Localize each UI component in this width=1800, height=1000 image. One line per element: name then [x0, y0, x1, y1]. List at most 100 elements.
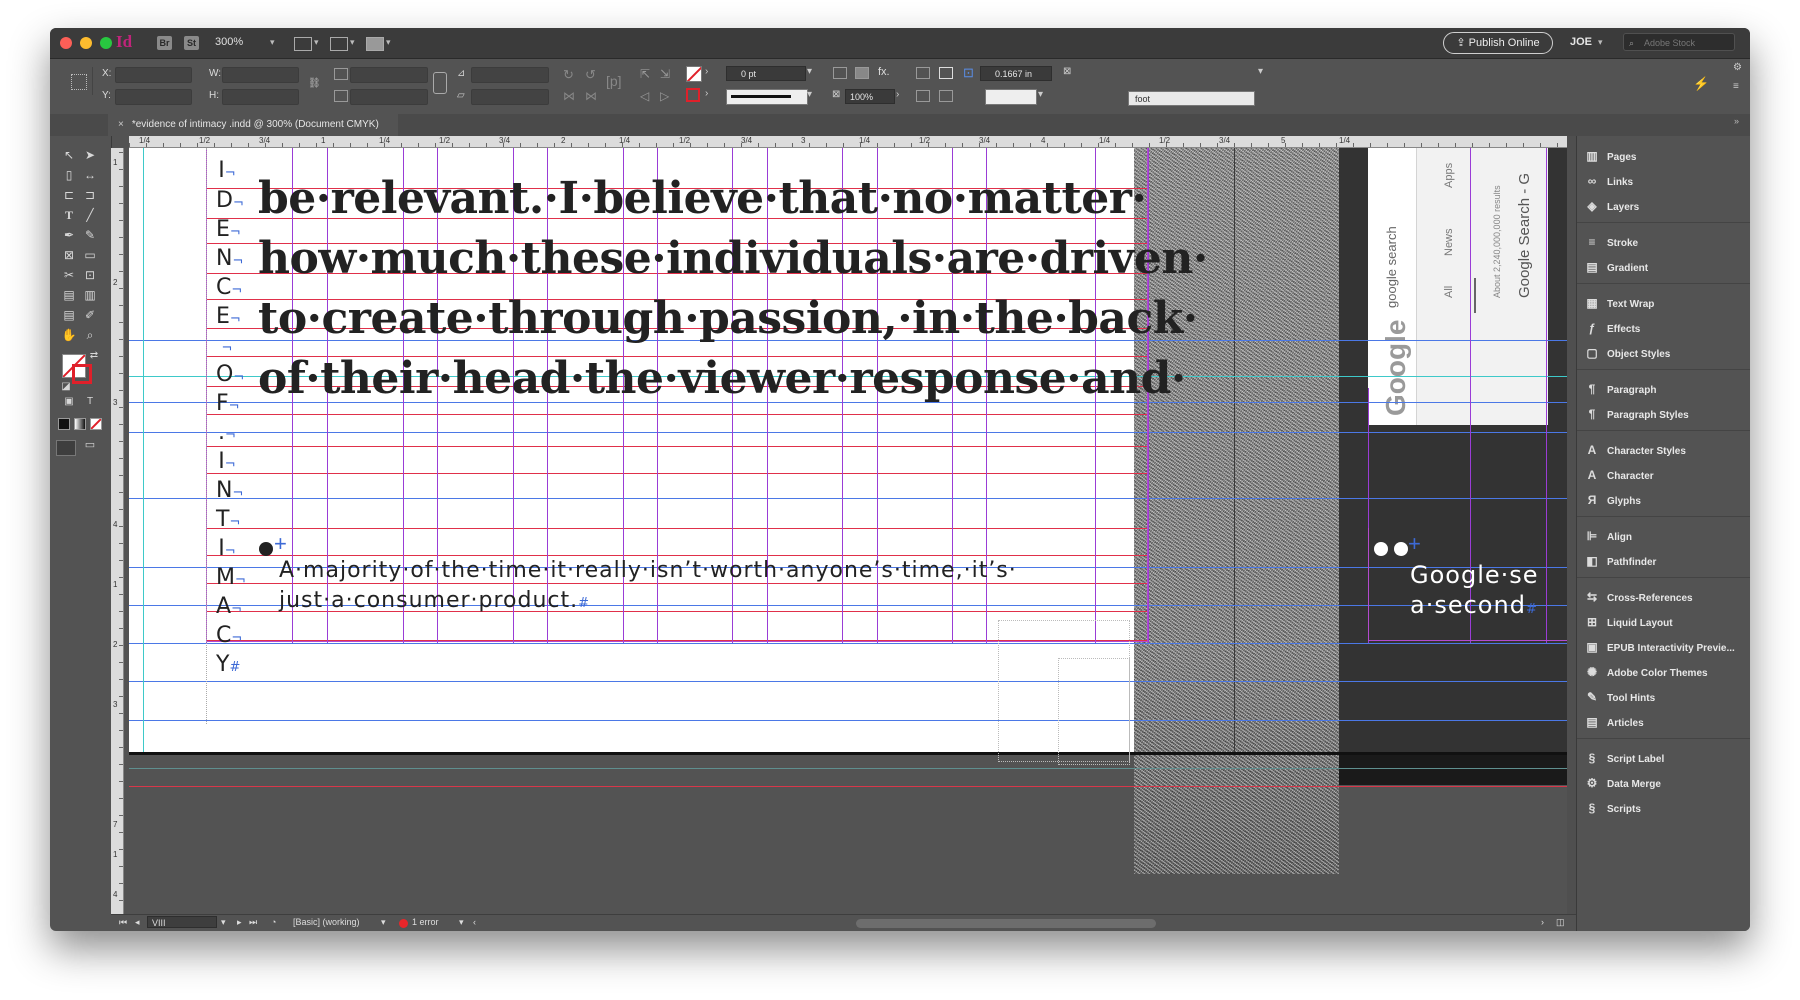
- select-container-icon[interactable]: ⇱: [640, 67, 650, 81]
- user-menu[interactable]: JOE: [1570, 36, 1592, 48]
- panel-liquid-layout[interactable]: ⊞ Liquid Layout: [1585, 612, 1673, 632]
- apply-color-icon[interactable]: [58, 418, 70, 430]
- empty-frame[interactable]: [1058, 658, 1130, 765]
- body-line[interactable]: how·much·these·individuals·are·driven·: [258, 233, 1208, 284]
- panel-character[interactable]: A Character: [1585, 465, 1654, 485]
- size-field[interactable]: 0.1667 in: [980, 66, 1052, 81]
- vertical-ruler[interactable]: 1 2 3 4 1 2 3 7 1 4: [111, 148, 124, 918]
- direct-selection-tool-icon[interactable]: ➤: [82, 148, 98, 162]
- select-content-icon[interactable]: ⇲: [660, 67, 670, 81]
- view-chevron-down-icon[interactable]: ▾: [314, 37, 319, 48]
- panel-pathfinder[interactable]: ◧ Pathfinder: [1585, 551, 1656, 571]
- align-top-icon[interactable]: [916, 90, 930, 102]
- first-page-icon[interactable]: ⏮: [119, 917, 127, 928]
- flip-horizontal-icon[interactable]: ⋈: [563, 89, 575, 103]
- panel-cross-references[interactable]: ⇆ Cross-References: [1585, 587, 1693, 607]
- panel-character-styles[interactable]: A Character Styles: [1585, 440, 1686, 460]
- preview-mode-icon[interactable]: ▭: [82, 438, 98, 451]
- flip-vertical-icon[interactable]: ⋈: [585, 89, 597, 103]
- type-tool-icon[interactable]: T: [61, 208, 77, 223]
- rotate-cw-icon[interactable]: ↻: [563, 67, 574, 83]
- gap-tool-icon[interactable]: ↔: [82, 168, 98, 182]
- publish-online-button[interactable]: ⇪ Publish Online: [1443, 32, 1553, 54]
- page-tool-icon[interactable]: ▯: [61, 168, 77, 182]
- panel-epub-interactivity[interactable]: ▣ EPUB Interactivity Previe...: [1585, 637, 1735, 657]
- fill-swatch[interactable]: [686, 66, 702, 82]
- formatting-text-icon[interactable]: T: [82, 396, 98, 407]
- panel-gradient[interactable]: ▤ Gradient: [1585, 257, 1648, 277]
- arrange-chevron-down-icon[interactable]: ▾: [386, 37, 391, 48]
- gradient-swatch-tool-icon[interactable]: ▤: [61, 288, 77, 302]
- opacity-chevron-right-icon[interactable]: ›: [896, 89, 899, 100]
- horizontal-guide[interactable]: [129, 720, 1569, 721]
- horizontal-guide[interactable]: [129, 681, 1569, 682]
- scale-y-field[interactable]: [350, 89, 428, 105]
- apply-none-icon[interactable]: [90, 418, 102, 430]
- stroke-weight-field[interactable]: 0 pt: [726, 66, 806, 81]
- panel-align[interactable]: ⊫ Align: [1585, 526, 1632, 546]
- body-line[interactable]: be·relevant.·I·believe·that·no·matter·: [258, 173, 1147, 224]
- formatting-container-icon[interactable]: ▣: [61, 396, 77, 407]
- caption-line[interactable]: just·a·consumer·product.#: [279, 588, 590, 613]
- stroke-swatch[interactable]: [686, 88, 700, 102]
- pen-tool-icon[interactable]: ✒: [61, 228, 77, 242]
- error-count[interactable]: 1 error: [412, 917, 439, 927]
- opacity-field[interactable]: 100%: [845, 89, 895, 104]
- scroll-right-icon[interactable]: ›: [1541, 917, 1544, 927]
- control-menu-icon[interactable]: ≡: [1733, 81, 1739, 92]
- selection-tool-icon[interactable]: ↖: [61, 148, 77, 162]
- lightning-icon[interactable]: ⚡: [1693, 76, 1709, 92]
- fill-chevron-right-icon[interactable]: ›: [705, 66, 708, 77]
- anchor-point-icon[interactable]: [259, 542, 273, 556]
- stroke-type-chevron-down-icon[interactable]: ▾: [807, 89, 812, 100]
- pencil-tool-icon[interactable]: ✎: [82, 228, 98, 242]
- next-page-icon[interactable]: ▸: [237, 917, 242, 928]
- scale-x-field[interactable]: [350, 67, 428, 83]
- panel-paragraph-styles[interactable]: ¶ Paragraph Styles: [1585, 404, 1689, 424]
- zoom-tool-icon[interactable]: ⌕: [82, 328, 98, 343]
- vertical-scrollbar[interactable]: [1567, 136, 1576, 914]
- panel-scripts[interactable]: § Scripts: [1585, 798, 1641, 818]
- select-next-icon[interactable]: ▷: [660, 89, 669, 103]
- view-options-icon[interactable]: [294, 37, 312, 51]
- horizontal-guide[interactable]: [129, 643, 1569, 644]
- object-style-chevron-down-icon[interactable]: ▾: [1258, 66, 1263, 77]
- body-line[interactable]: of·their·head·the·viewer·response·and·: [258, 353, 1186, 404]
- select-previous-icon[interactable]: ◁: [640, 89, 649, 103]
- auto-fit-icon[interactable]: [939, 67, 953, 79]
- hand-tool-icon[interactable]: ✋: [61, 328, 77, 342]
- screen-mode-chevron-down-icon[interactable]: ▾: [350, 37, 355, 48]
- align-center-icon[interactable]: [939, 90, 953, 102]
- caption-line[interactable]: A·majority·of·the·time·it·really·isn’t·w…: [279, 558, 1017, 583]
- gradient-feather-tool-icon[interactable]: ▥: [82, 288, 98, 302]
- stroke-chevron-right-icon[interactable]: ›: [705, 88, 708, 99]
- panel-data-merge[interactable]: ⚙ Data Merge: [1585, 773, 1661, 793]
- rectangle-tool-icon[interactable]: ▭: [82, 248, 98, 262]
- last-page-icon[interactable]: ⏭: [249, 917, 257, 928]
- document-tab[interactable]: × *evidence of intimacy .indd @ 300% (Doc…: [108, 114, 398, 136]
- effects-fx-icon[interactable]: fx.: [878, 66, 890, 78]
- close-tab-icon[interactable]: ×: [118, 119, 124, 130]
- width-field[interactable]: [222, 67, 299, 83]
- panel-articles[interactable]: ▤ Articles: [1585, 712, 1643, 732]
- text-frame-options-icon[interactable]: [916, 67, 930, 79]
- panel-effects[interactable]: ƒ Effects: [1585, 318, 1641, 338]
- horizontal-scrollbar-thumb[interactable]: [856, 919, 1156, 928]
- control-settings-icon[interactable]: ⚙: [1733, 62, 1742, 73]
- panel-stroke[interactable]: ≡ Stroke: [1585, 232, 1638, 252]
- panel-object-styles[interactable]: ▢ Object Styles: [1585, 343, 1670, 363]
- collapse-panels-icon[interactable]: »: [1734, 116, 1739, 126]
- panel-pages[interactable]: ▥ Pages: [1585, 146, 1636, 166]
- user-chevron-down-icon[interactable]: ▾: [1598, 37, 1603, 48]
- normal-view-mode-icon[interactable]: [56, 440, 76, 456]
- rotation-angle-field[interactable]: [471, 67, 549, 83]
- reference-point-icon[interactable]: [64, 67, 93, 95]
- content-grabber-icon[interactable]: ⊡: [963, 65, 974, 81]
- apply-gradient-icon[interactable]: [74, 418, 86, 430]
- line-tool-icon[interactable]: ╱: [82, 208, 98, 222]
- vertical-title-frame[interactable]: [143, 148, 207, 724]
- panel-tool-hints[interactable]: ✎ Tool Hints: [1585, 687, 1655, 707]
- panel-script-label[interactable]: § Script Label: [1585, 748, 1665, 768]
- shear-angle-field[interactable]: [471, 89, 549, 105]
- proportional-lock-icon[interactable]: [433, 72, 447, 94]
